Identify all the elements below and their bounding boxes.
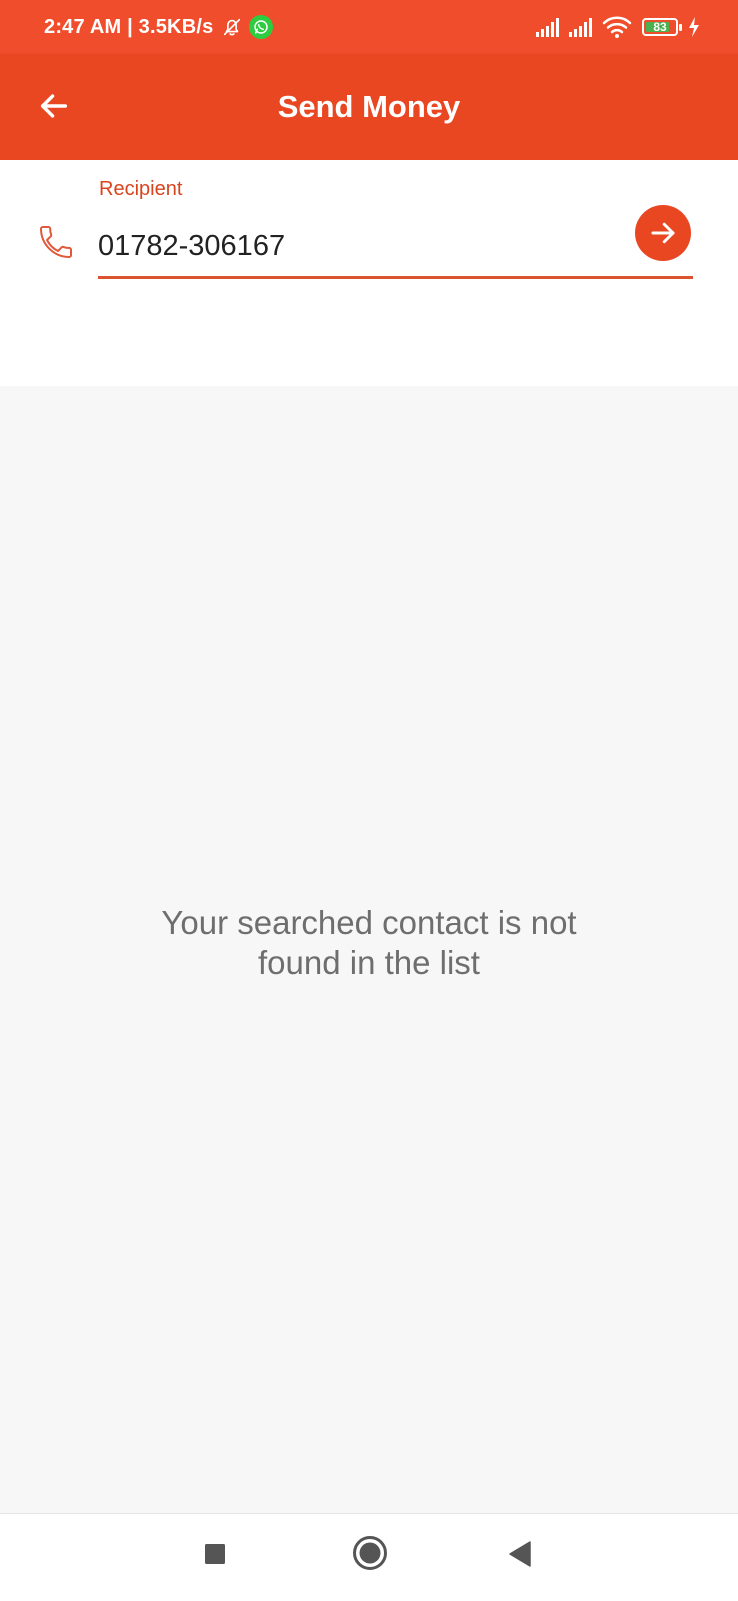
recents-button[interactable] <box>195 1534 235 1574</box>
back-icon <box>509 1541 531 1567</box>
app-bar: Send Money <box>0 54 738 160</box>
signal-icon <box>536 17 559 37</box>
recipient-panel: Recipient <box>0 160 738 386</box>
empty-state-line-2: found in the list <box>258 944 480 981</box>
empty-state-line-1: Your searched contact is not <box>161 904 577 941</box>
proceed-button[interactable] <box>635 205 691 261</box>
page-title: Send Money <box>277 89 461 124</box>
status-left: 2:47 AM | 3.5KB/s <box>44 0 274 54</box>
status-right: 83 <box>536 0 700 54</box>
wifi-icon <box>602 16 632 38</box>
whatsapp-icon <box>249 15 274 39</box>
status-bar: 2:47 AM | 3.5KB/s 83 <box>0 0 738 54</box>
home-button[interactable] <box>349 1532 391 1574</box>
recipient-input[interactable] <box>98 224 608 268</box>
back-nav-button[interactable] <box>500 1534 540 1574</box>
signal-icon <box>569 17 592 37</box>
battery-icon: 83 <box>642 18 682 36</box>
input-underline <box>98 276 693 279</box>
phone-icon <box>40 226 72 258</box>
battery-percentage: 83 <box>653 20 667 34</box>
recents-icon <box>205 1544 225 1564</box>
system-nav-bar <box>0 1513 738 1601</box>
empty-state-message: Your searched contact is not found in th… <box>0 903 738 983</box>
home-icon <box>353 1536 387 1570</box>
bell-off-icon <box>224 18 241 36</box>
charging-icon <box>689 17 699 37</box>
status-time-speed: 2:47 AM | 3.5KB/s <box>44 15 214 38</box>
arrow-right-icon <box>651 222 675 244</box>
recipient-label: Recipient <box>99 178 183 200</box>
